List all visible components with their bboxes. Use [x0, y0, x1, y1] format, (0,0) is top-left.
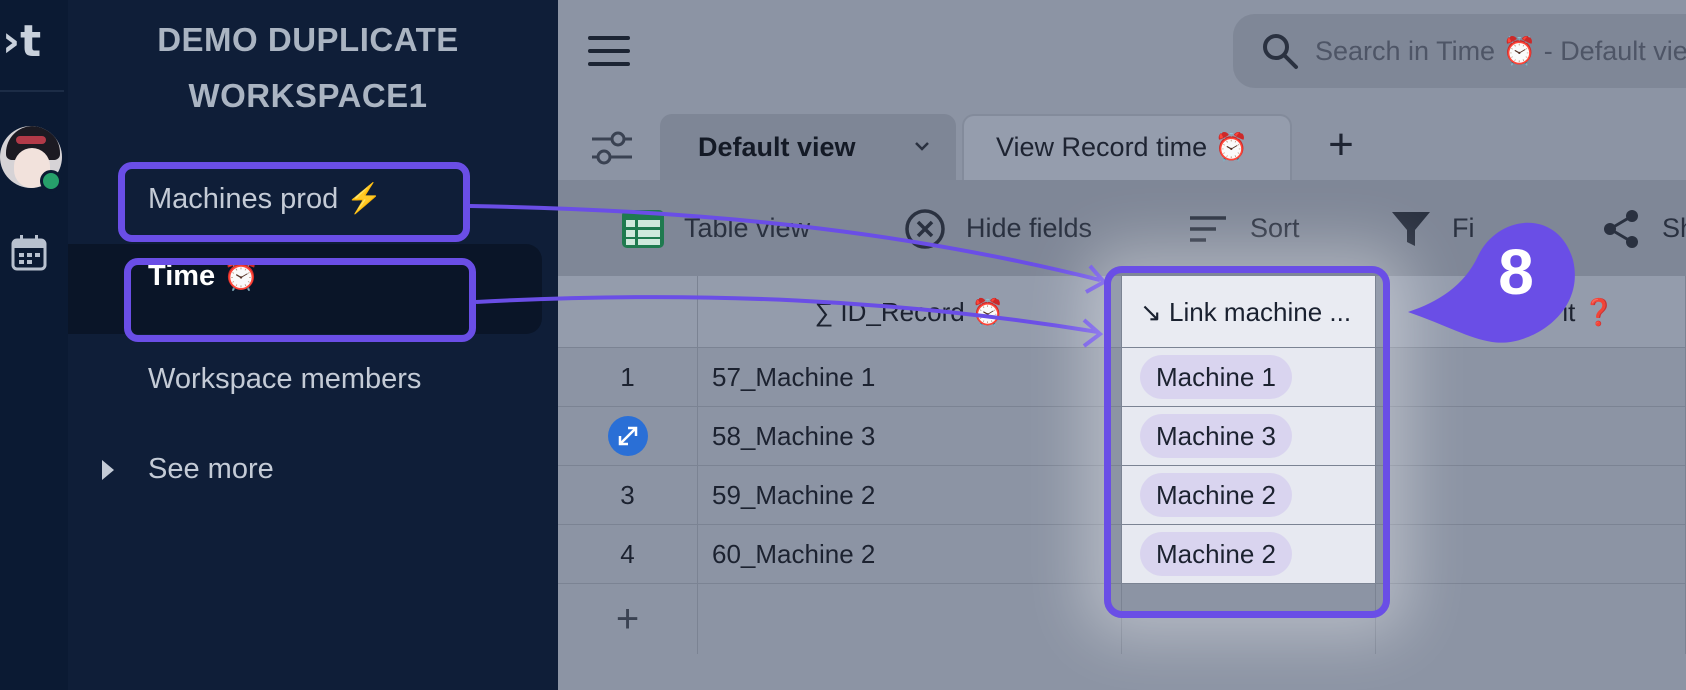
linked-record-chip[interactable]: Machine 2	[1140, 473, 1292, 517]
cell-link-machine[interactable]: Machine 2	[1122, 525, 1376, 583]
expand-arrows-icon	[618, 426, 637, 446]
calendar-icon[interactable]	[10, 234, 48, 272]
chevron-down-icon[interactable]	[914, 138, 930, 154]
tab-label: Default view	[698, 132, 856, 162]
empty-cell	[1122, 584, 1376, 654]
row-number: 1	[558, 348, 698, 406]
sidebar-item-label: Workspace members	[148, 363, 422, 395]
linked-record-chip[interactable]: Machine 1	[1140, 355, 1292, 399]
table-row[interactable]: 58_Machine 3 Machine 3	[558, 407, 1686, 466]
cell-id-record[interactable]: 57_Machine 1	[698, 348, 1122, 406]
cell-third[interactable]	[1376, 348, 1686, 406]
column-header-id-record[interactable]: ∑ ID_Record ⏰	[698, 276, 1122, 347]
search-icon	[1263, 34, 1298, 69]
empty-cell	[698, 584, 1122, 654]
add-row: +	[558, 584, 1686, 654]
sidebar-item-see-more[interactable]: See more	[68, 424, 542, 514]
linked-record-chip[interactable]: Machine 3	[1140, 414, 1292, 458]
table-row[interactable]: 4 60_Machine 2 Machine 2	[558, 525, 1686, 584]
cell-id-record[interactable]: 60_Machine 2	[698, 525, 1122, 583]
tab-label: View Record time ⏰	[996, 132, 1249, 162]
row-number-header	[558, 276, 698, 347]
row-number: 4	[558, 525, 698, 583]
cell-link-machine[interactable]: Machine 3	[1122, 407, 1376, 465]
add-view-button[interactable]: +	[1316, 120, 1366, 170]
table-icon	[622, 210, 664, 248]
sidebar: DEMO DUPLICATE WORKSPACE1 Machines prod …	[68, 0, 558, 690]
cell-link-machine[interactable]: Machine 1	[1122, 348, 1376, 406]
sort-icon	[1190, 216, 1226, 242]
menu-icon[interactable]	[588, 36, 630, 68]
expand-row-icon[interactable]	[607, 416, 648, 456]
left-rail: ›t	[0, 0, 68, 690]
cell-link-machine[interactable]: Machine 2	[1122, 466, 1376, 524]
tab-view-record-time[interactable]: View Record time ⏰	[962, 114, 1292, 180]
tab-default-view[interactable]: Default view	[660, 114, 956, 180]
cell-third[interactable]	[1376, 525, 1686, 583]
toolbar-label: Table view	[684, 213, 811, 243]
caret-right-icon	[102, 460, 114, 480]
row-number	[558, 407, 698, 465]
online-status-icon	[40, 170, 62, 192]
search-bar[interactable]: Search in Time ⏰ - Default view	[1233, 14, 1686, 88]
add-row-button[interactable]: +	[558, 584, 698, 654]
step-badge: 8	[1408, 206, 1576, 346]
cell-third[interactable]	[1376, 407, 1686, 465]
cell-third[interactable]	[1376, 466, 1686, 524]
table-row[interactable]: 1 57_Machine 1 Machine 1	[558, 348, 1686, 407]
avatar-headband	[16, 136, 46, 144]
cell-id-record[interactable]: 58_Machine 3	[698, 407, 1122, 465]
sidebar-item-time[interactable]: Time ⏰	[68, 244, 542, 334]
search-input[interactable]: Search in Time ⏰ - Default view	[1315, 14, 1686, 88]
toolbar-label: Sh	[1662, 213, 1686, 243]
toolbar-label: Sort	[1250, 213, 1300, 243]
row-number: 3	[558, 466, 698, 524]
logo-icon[interactable]: ›t	[2, 14, 58, 70]
table-row[interactable]: 3 59_Machine 2 Machine 2	[558, 466, 1686, 525]
step-number: 8	[1498, 236, 1534, 308]
workspace-title: DEMO DUPLICATE WORKSPACE1	[157, 21, 459, 114]
view-settings-icon[interactable]	[590, 126, 634, 170]
sidebar-item-label: See more	[148, 453, 274, 485]
sidebar-item-machines-prod[interactable]: Machines prod ⚡	[68, 154, 542, 244]
cell-id-record[interactable]: 59_Machine 2	[698, 466, 1122, 524]
sidebar-item-label: Time ⏰	[148, 260, 260, 292]
share-icon	[1604, 210, 1638, 248]
sidebar-item-workspace-members[interactable]: Workspace members	[68, 334, 542, 424]
column-header-link-machine[interactable]: ↘ Link machine ...	[1122, 276, 1376, 347]
toolbar-label: Hide fields	[966, 213, 1093, 243]
linked-record-chip[interactable]: Machine 2	[1140, 532, 1292, 576]
hide-fields-icon	[905, 209, 945, 249]
view-tabs: Default view View Record time ⏰ +	[558, 108, 1686, 180]
rail-divider	[0, 90, 64, 92]
empty-cell	[1376, 584, 1686, 654]
